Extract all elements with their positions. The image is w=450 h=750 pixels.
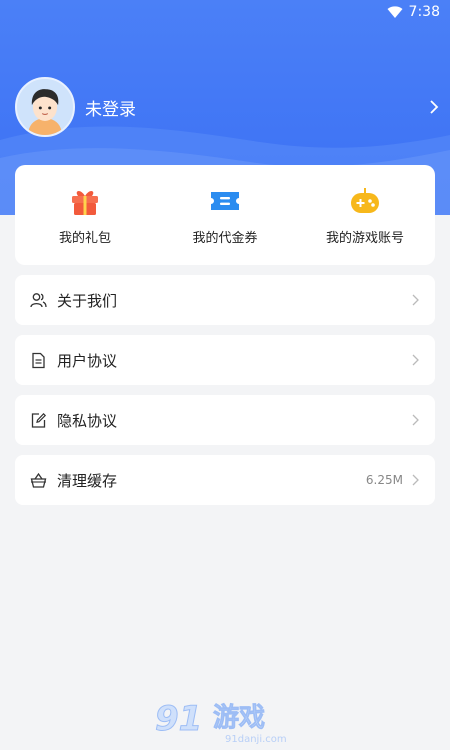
chevron-right-icon[interactable] (428, 99, 440, 115)
menu-item-user-agreement[interactable]: 用户协议 (15, 335, 435, 385)
basket-icon (30, 472, 47, 488)
avatar[interactable] (15, 77, 75, 137)
brand-logo-icon: 91 游戏 91danji.com (155, 699, 287, 746)
document-icon (32, 352, 45, 368)
quick-item-label: 我的游戏账号 (325, 231, 404, 246)
users-icon (30, 292, 47, 307)
watermark-url: 91danji.com (225, 734, 287, 745)
menu-label: 清理缓存 (57, 471, 118, 490)
quick-actions-card: 我的礼包 我的代金券 我的游戏账号 (15, 165, 435, 265)
wifi-icon (387, 6, 403, 18)
watermark-logo: 91 游戏 91danji.com (155, 694, 295, 746)
quick-item-label: 我的代金券 (192, 231, 258, 246)
menu-item-clear-cache[interactable]: 清理缓存 6.25M (15, 455, 435, 505)
chevron-right-icon (412, 474, 419, 486)
edit-document-icon (31, 412, 47, 428)
quick-item-game-accounts[interactable]: 我的游戏账号 (305, 184, 425, 246)
menu-label: 用户协议 (57, 351, 118, 370)
status-time: 7:38 (408, 4, 440, 20)
quick-item-coupons[interactable]: 我的代金券 (165, 184, 285, 246)
menu-item-about-us[interactable]: 关于我们 (15, 275, 435, 325)
chevron-right-icon (412, 414, 419, 426)
menu-label: 关于我们 (57, 291, 118, 310)
menu-label: 隐私协议 (57, 411, 118, 430)
login-status[interactable]: 未登录 (85, 95, 136, 120)
coupon-icon (211, 192, 239, 210)
gift-icon (72, 191, 98, 215)
chevron-right-icon (412, 354, 419, 366)
cache-size: 6.25M (365, 473, 403, 487)
quick-item-label: 我的礼包 (58, 231, 111, 246)
profile-login-row[interactable]: 未登录 (15, 77, 440, 137)
status-bar: 7:38 (0, 0, 450, 24)
svg-text:91: 91 (155, 699, 202, 739)
gamepad-icon (351, 188, 379, 213)
chevron-right-icon (412, 294, 419, 306)
menu-item-privacy-policy[interactable]: 隐私协议 (15, 395, 435, 445)
watermark-brand: 游戏 (213, 703, 265, 733)
default-avatar-icon (17, 79, 73, 135)
quick-item-gifts[interactable]: 我的礼包 (25, 184, 145, 246)
